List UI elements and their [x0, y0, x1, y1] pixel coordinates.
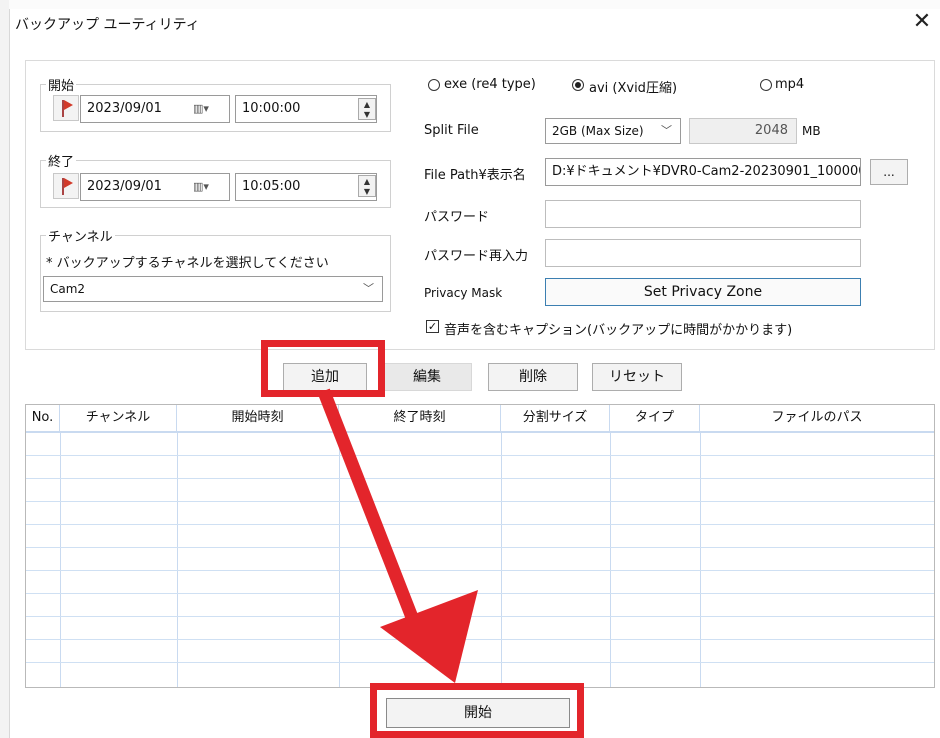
arrow-annotation [317, 388, 478, 683]
